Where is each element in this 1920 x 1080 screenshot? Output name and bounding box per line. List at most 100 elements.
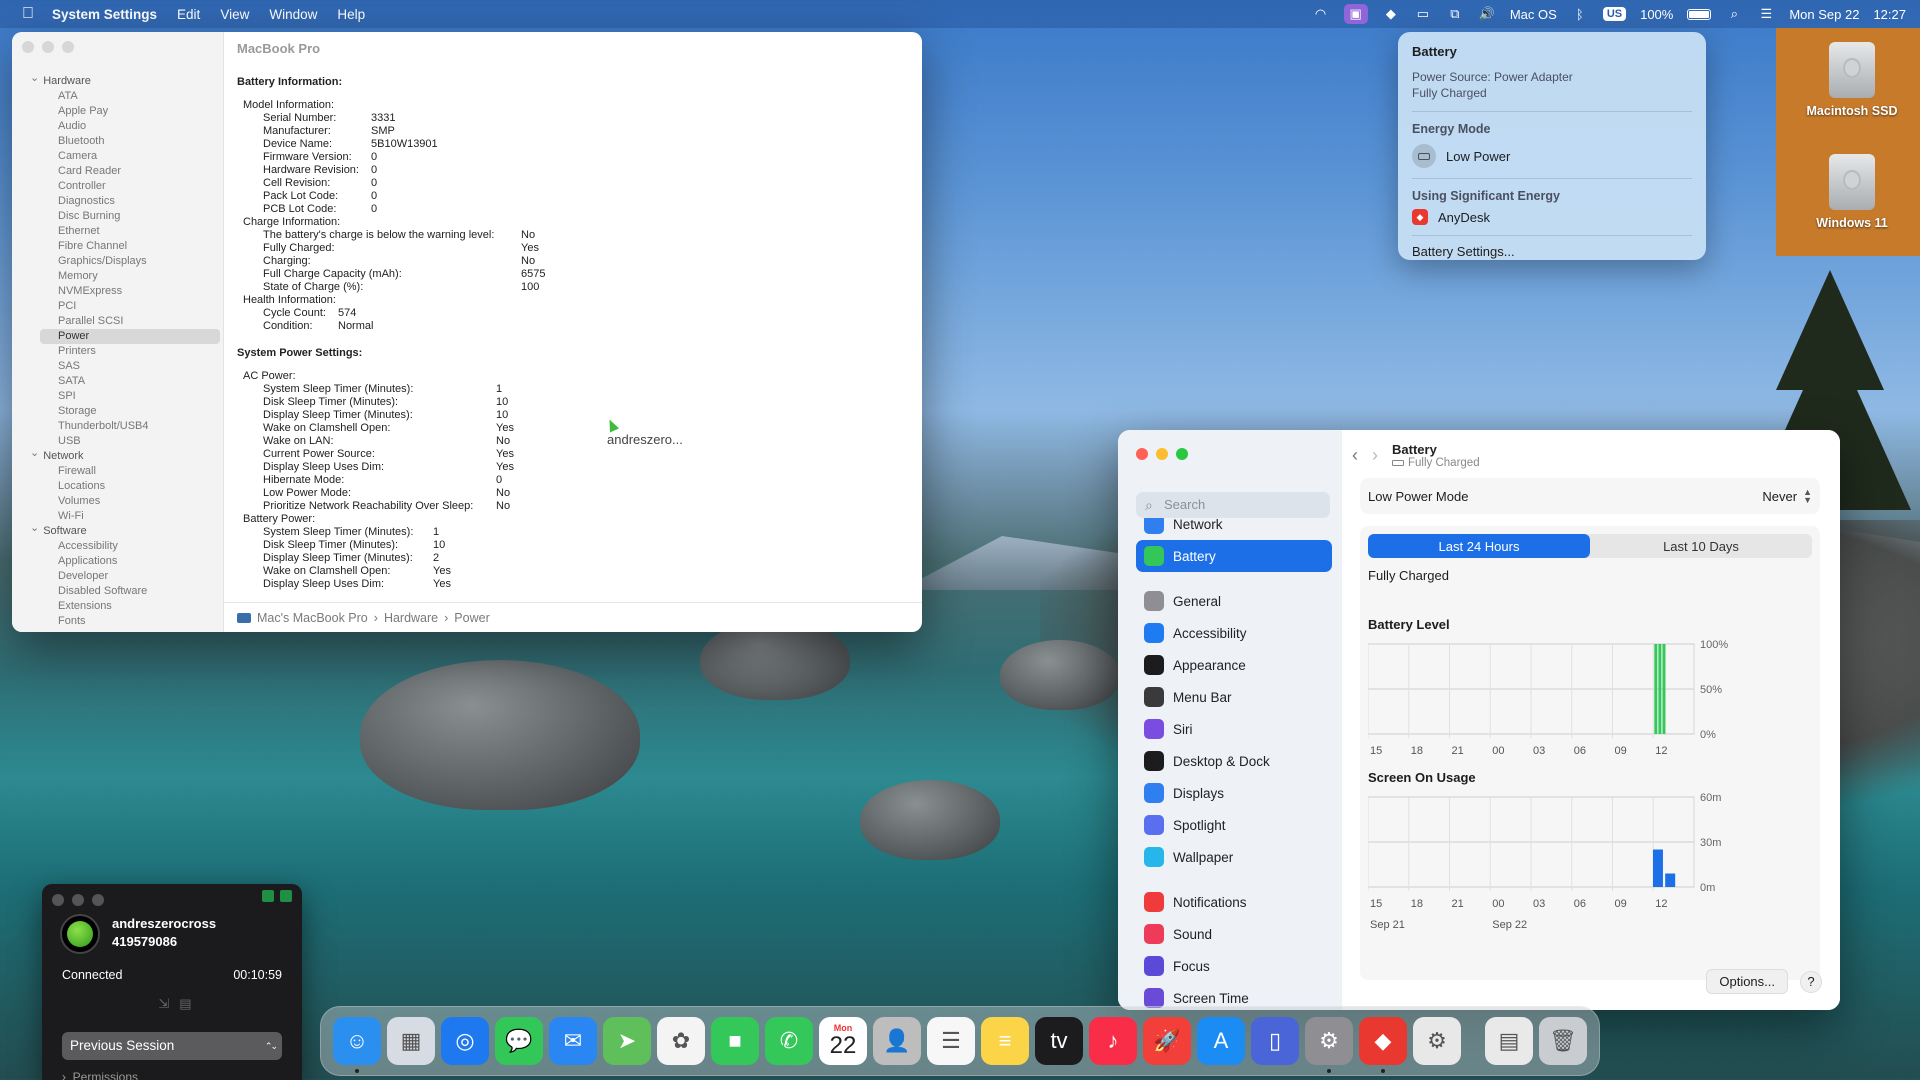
tree-item[interactable]: Audio: [30, 119, 220, 134]
search-input[interactable]: Search: [1136, 492, 1330, 518]
tree-item[interactable]: Wi-Fi: [30, 509, 220, 524]
tree-item[interactable]: Fonts: [30, 614, 220, 629]
photos-icon[interactable]: ✿: [657, 1017, 705, 1065]
tree-item[interactable]: Fibre Channel: [30, 239, 220, 254]
sidebar-item-desktop-dock[interactable]: Desktop & Dock: [1136, 745, 1332, 777]
tv-icon[interactable]: tv: [1035, 1017, 1083, 1065]
menu-view[interactable]: View: [220, 7, 249, 22]
tree-item[interactable]: Extensions: [30, 599, 220, 614]
battery-icon[interactable]: [1687, 8, 1712, 20]
tree-item[interactable]: ATA: [30, 89, 220, 104]
previous-session-select[interactable]: Previous Session: [62, 1032, 282, 1060]
minimize-button[interactable]: [1156, 448, 1168, 460]
tree-item[interactable]: Parallel SCSI: [30, 314, 220, 329]
tree-item[interactable]: SPI: [30, 389, 220, 404]
tree-item[interactable]: Graphics/Displays: [30, 254, 220, 269]
trash-icon[interactable]: 🗑: [1539, 1017, 1587, 1065]
tree-item[interactable]: Controller: [30, 179, 220, 194]
tab-last-10-days[interactable]: Last 10 Days: [1590, 534, 1812, 558]
sidebar-item-displays[interactable]: Displays: [1136, 777, 1332, 809]
display-icon[interactable]: ▭: [1414, 4, 1432, 24]
chat-icon[interactable]: ▤: [179, 996, 191, 1014]
menu-window[interactable]: Window: [269, 7, 317, 22]
tree-item[interactable]: PCI: [30, 299, 220, 314]
tree-item[interactable]: Applications: [30, 554, 220, 569]
tree-item[interactable]: SATA: [30, 374, 220, 389]
permissions-disclosure[interactable]: › Permissions: [62, 1070, 138, 1080]
close-button[interactable]: [22, 41, 34, 53]
sidebar-item-menu-bar[interactable]: Menu Bar: [1136, 681, 1332, 713]
zoom-button[interactable]: [1176, 448, 1188, 460]
screen-mirroring-icon[interactable]: ⧉: [1446, 4, 1464, 24]
breadcrumb-item[interactable]: Hardware: [384, 611, 438, 625]
tree-item[interactable]: Storage: [30, 404, 220, 419]
back-button[interactable]: ‹: [1352, 445, 1358, 466]
options-button[interactable]: Options...: [1706, 969, 1788, 994]
battery-percent[interactable]: 100%: [1640, 4, 1673, 24]
iphone-mirroring-icon[interactable]: ▯: [1251, 1017, 1299, 1065]
tree-item[interactable]: Power: [40, 329, 220, 344]
sidebar-item-appearance[interactable]: Appearance: [1136, 649, 1332, 681]
launchpad-icon[interactable]: ▦: [387, 1017, 435, 1065]
desktop-disk-windows-11[interactable]: Windows 11: [1792, 154, 1912, 230]
low-power-toggle[interactable]: Low Power: [1412, 144, 1692, 168]
tree-item[interactable]: Disc Burning: [30, 209, 220, 224]
tree-item[interactable]: Camera: [30, 149, 220, 164]
control-center-icon[interactable]: ☰: [1757, 4, 1775, 24]
rocket-icon[interactable]: 🚀: [1143, 1017, 1191, 1065]
low-power-mode-select[interactable]: Never ▲ ▼: [1762, 488, 1812, 505]
system-settings-icon[interactable]: ⚙: [1305, 1017, 1353, 1073]
tree-item[interactable]: Disabled Software: [30, 584, 220, 599]
calendar-icon[interactable]: Mon 22: [819, 1017, 867, 1065]
tree-item[interactable]: Bluetooth: [30, 134, 220, 149]
wifi-icon[interactable]: ◠: [1312, 4, 1330, 24]
tree-item[interactable]: Thunderbolt/USB4: [30, 419, 220, 434]
tree-group[interactable]: Network: [30, 449, 220, 464]
mail-icon[interactable]: ✉: [549, 1017, 597, 1065]
anydesk-icon[interactable]: ◆: [1382, 4, 1400, 24]
sidebar-item-sound[interactable]: Sound: [1136, 918, 1332, 950]
forward-button[interactable]: ›: [1372, 445, 1378, 466]
lock-icon[interactable]: [262, 890, 274, 902]
sidebar-item-notifications[interactable]: Notifications: [1136, 886, 1332, 918]
document-stack-icon[interactable]: ▤: [1485, 1017, 1533, 1065]
sidebar-item-focus[interactable]: Focus: [1136, 950, 1332, 982]
reminders-icon[interactable]: ☰: [927, 1017, 975, 1065]
menu-edit[interactable]: Edit: [177, 7, 200, 22]
sidebar-item-wallpaper[interactable]: Wallpaper: [1136, 841, 1332, 873]
app-menu[interactable]: System Settings: [52, 7, 157, 22]
close-button[interactable]: [52, 894, 64, 906]
sidebar-item-general[interactable]: General: [1136, 585, 1332, 617]
tree-item[interactable]: Diagnostics: [30, 194, 220, 209]
safari-icon[interactable]: ◎: [441, 1017, 489, 1065]
anydesk-icon[interactable]: ◆: [1359, 1017, 1407, 1073]
tree-item[interactable]: Apple Pay: [30, 104, 220, 119]
sidebar-item-battery[interactable]: Battery: [1136, 540, 1332, 572]
sidebar-item-accessibility[interactable]: Accessibility: [1136, 617, 1332, 649]
tree-item[interactable]: Printers: [30, 344, 220, 359]
tree-item[interactable]: USB: [30, 434, 220, 449]
energy-app-item[interactable]: ◆ AnyDesk: [1412, 209, 1692, 225]
minimize-button[interactable]: [42, 41, 54, 53]
music-icon[interactable]: ♪: [1089, 1017, 1137, 1065]
tree-item[interactable]: Accessibility: [30, 539, 220, 554]
tree-item[interactable]: SAS: [30, 359, 220, 374]
breadcrumb-item[interactable]: Mac's MacBook Pro: [257, 611, 368, 625]
automator-icon[interactable]: ⚙: [1413, 1017, 1461, 1065]
tree-group[interactable]: Hardware: [30, 74, 220, 89]
tree-item[interactable]: Locations: [30, 479, 220, 494]
facetime-icon[interactable]: ■: [711, 1017, 759, 1065]
tree-group[interactable]: Software: [30, 524, 220, 539]
contacts-icon[interactable]: 👤: [873, 1017, 921, 1065]
spotlight-icon[interactable]: ⌕: [1725, 4, 1743, 24]
maps-icon[interactable]: ➤: [603, 1017, 651, 1065]
help-button[interactable]: ?: [1800, 970, 1822, 993]
zoom-button[interactable]: [92, 894, 104, 906]
chat-icon[interactable]: [280, 890, 292, 902]
volume-icon[interactable]: 🔊: [1478, 4, 1496, 24]
screen-share-icon[interactable]: ▣: [1343, 4, 1368, 24]
breadcrumb-item[interactable]: Power: [454, 611, 489, 625]
desktop-disk-macintosh-ssd[interactable]: Macintosh SSD: [1792, 42, 1912, 118]
input-source-badge[interactable]: US: [1602, 7, 1627, 21]
finder-icon[interactable]: ☺: [333, 1017, 381, 1073]
